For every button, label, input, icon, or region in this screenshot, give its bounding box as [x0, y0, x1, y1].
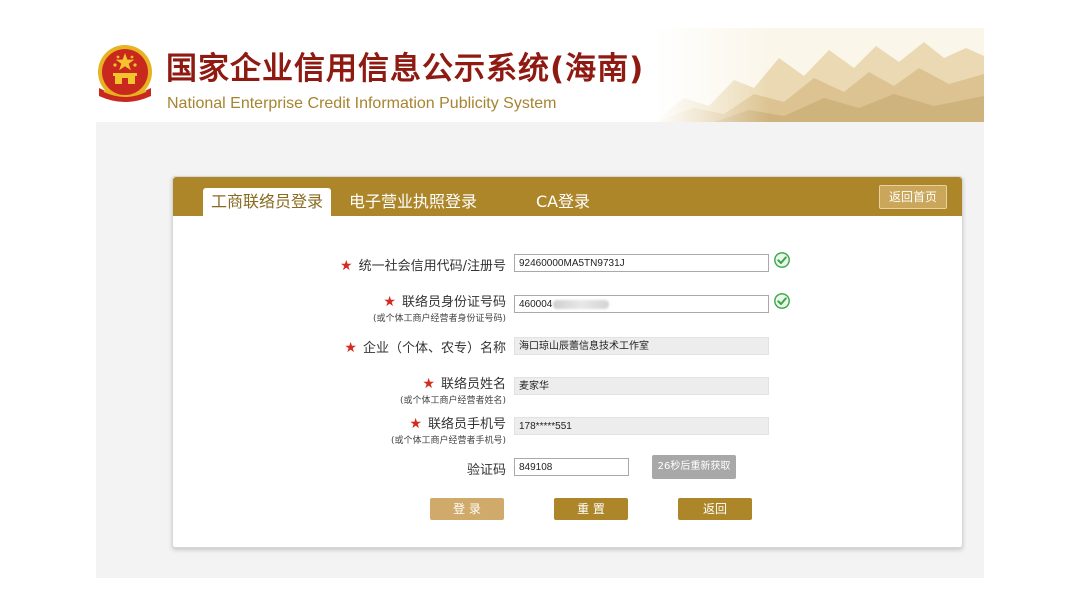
- site-title: 国家企业信用信息公示系统(海南): [166, 51, 645, 87]
- phone-label: 联络员手机号: [427, 417, 506, 432]
- tab-ca-login[interactable]: CA登录: [523, 188, 603, 216]
- id-number-input[interactable]: 460004: [514, 295, 769, 313]
- check-icon: [774, 252, 790, 268]
- company-name-label: 企业（个体、农专）名称: [362, 341, 506, 356]
- contact-name-field: 麦家华: [514, 377, 769, 395]
- tab-contact-login[interactable]: 工商联络员登录: [203, 188, 331, 216]
- phone-label-group: ★ 联络员手机号 (或个体工商户经营者手机号): [391, 413, 506, 446]
- captcha-label: 验证码: [466, 463, 506, 478]
- captcha-label-group: 验证码: [467, 459, 506, 478]
- back-to-home-button[interactable]: 返回首页: [879, 185, 947, 209]
- required-star-icon: ★: [340, 258, 353, 274]
- phone-field: 178*****551: [514, 417, 769, 435]
- phone-sublabel: (或个体工商户经营者手机号): [390, 436, 506, 446]
- reset-button[interactable]: 重 置: [554, 498, 628, 520]
- required-star-icon: ★: [344, 340, 357, 356]
- credit-code-input[interactable]: 92460000MA5TN9731J: [514, 254, 769, 272]
- required-star-icon: ★: [409, 416, 422, 432]
- check-icon: [774, 293, 790, 309]
- id-number-label-group: ★ 联络员身份证号码 (或个体工商户经营者身份证号码): [373, 291, 506, 324]
- captcha-input[interactable]: 849108: [514, 458, 629, 476]
- company-name-field: 海口琼山辰蕾信息技术工作室: [514, 337, 769, 355]
- contact-name-label: 联络员姓名: [440, 377, 506, 392]
- login-button[interactable]: 登 录: [430, 498, 504, 520]
- contact-name-sublabel: (或个体工商户经营者姓名): [399, 396, 506, 406]
- national-emblem-icon: [98, 45, 152, 102]
- mountain-landscape-decoration: [654, 28, 984, 122]
- required-star-icon: ★: [422, 376, 435, 392]
- company-name-label-group: ★ 企业（个体、农专）名称: [344, 337, 506, 356]
- required-star-icon: ★: [383, 294, 396, 310]
- id-number-value: 460004: [519, 299, 553, 310]
- back-button[interactable]: 返回: [678, 498, 752, 520]
- credit-code-label-group: ★ 统一社会信用代码/注册号: [340, 255, 506, 274]
- login-panel: 工商联络员登录 电子营业执照登录 CA登录 返回首页 ★ 统一社会信用代码/注册号…: [172, 176, 963, 548]
- redaction-blur: [553, 299, 610, 309]
- credit-code-label: 统一社会信用代码/注册号: [358, 259, 506, 274]
- id-number-label: 联络员身份证号码: [401, 295, 506, 310]
- id-number-sublabel: (或个体工商户经营者身份证号码): [372, 314, 506, 324]
- contact-name-label-group: ★ 联络员姓名 (或个体工商户经营者姓名): [400, 373, 506, 406]
- login-tab-bar: 工商联络员登录 电子营业执照登录 CA登录 返回首页: [173, 177, 962, 216]
- site-subtitle: National Enterprise Credit Information P…: [167, 95, 557, 112]
- resend-code-button[interactable]: 26秒后重新获取: [652, 455, 736, 479]
- tab-e-license-login[interactable]: 电子营业执照登录: [345, 188, 481, 216]
